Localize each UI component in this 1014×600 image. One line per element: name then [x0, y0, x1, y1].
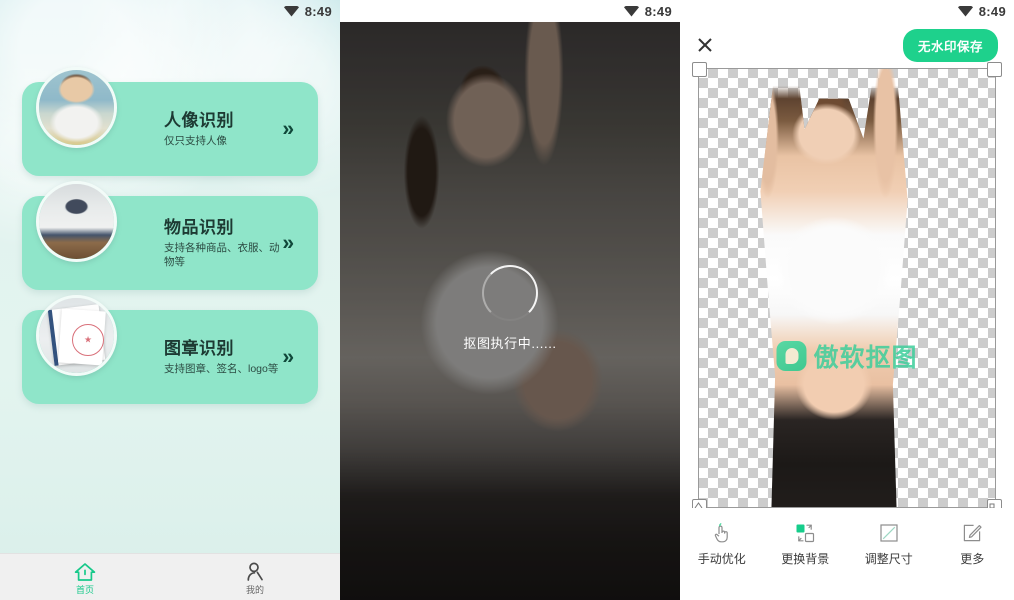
resize-icon — [877, 521, 901, 545]
portrait-thumbnail — [36, 67, 117, 148]
stamp-thumbnail — [36, 295, 117, 376]
tool-resize[interactable]: 调整尺寸 — [847, 521, 931, 565]
tool-more[interactable]: 更多 — [931, 521, 1014, 565]
watermark-text: 傲软抠图 — [813, 344, 918, 372]
tool-label: 调整尺寸 — [864, 552, 913, 566]
bottom-tab-bar: 首页 我的 — [0, 553, 340, 600]
resize-handle-top-right[interactable] — [987, 62, 1002, 77]
hand-pointer-icon — [710, 521, 734, 545]
loading-spinner-icon — [482, 265, 538, 321]
tab-profile[interactable]: 我的 — [170, 554, 340, 600]
feature-card-stamp[interactable]: 图章识别 支持图章、签名、logo等 » — [22, 295, 318, 404]
card-text-block: 人像识别 仅只支持人像 — [164, 82, 234, 176]
tool-replace-background[interactable]: 更换背景 — [764, 521, 848, 565]
wifi-icon — [957, 5, 973, 17]
status-bar-time: 8:49 — [978, 3, 1006, 19]
chevron-right-icon[interactable]: » — [282, 347, 294, 368]
screenshot-root: 8:49 人像识别 仅只支持人像 » 物品识别 支持各种商品、衣服、动物等 » … — [0, 0, 1014, 600]
card-title: 图章识别 — [164, 338, 234, 358]
card-text-block: 物品识别 支持各种商品、衣服、动物等 — [164, 196, 284, 290]
chevron-right-icon[interactable]: » — [282, 119, 294, 140]
tool-label: 更多 — [960, 552, 985, 566]
status-bar-result: 8:49 — [680, 0, 1014, 22]
wifi-icon — [283, 5, 299, 17]
result-screen: 8:49 无水印保存 傲软抠图 手动优化 更换背景 调整尺寸 更多 — [680, 0, 1014, 600]
card-subtitle: 支持各种商品、衣服、动物等 — [164, 241, 280, 269]
handbag-thumbnail — [36, 181, 117, 262]
card-subtitle: 仅只支持人像 — [164, 135, 227, 148]
card-text-block: 图章识别 支持图章、签名、logo等 — [164, 310, 278, 404]
wifi-icon — [623, 5, 639, 17]
tab-home-label: 首页 — [75, 584, 94, 595]
status-bar-home: 8:49 — [0, 0, 340, 22]
watermark: 傲软抠图 — [776, 338, 917, 374]
apowersoft-logo-icon — [776, 341, 807, 371]
feature-card-portrait[interactable]: 人像识别 仅只支持人像 » — [22, 67, 318, 176]
feature-card-object[interactable]: 物品识别 支持各种商品、衣服、动物等 » — [22, 181, 318, 290]
tool-manual-optimize[interactable]: 手动优化 — [680, 521, 764, 565]
result-header: 无水印保存 — [680, 22, 1014, 68]
tool-label: 手动优化 — [697, 552, 746, 566]
person-icon — [243, 560, 267, 584]
tab-profile-label: 我的 — [245, 584, 264, 595]
status-bar-time: 8:49 — [304, 3, 332, 19]
home-screen: 8:49 人像识别 仅只支持人像 » 物品识别 支持各种商品、衣服、动物等 » … — [0, 0, 340, 600]
status-bar-time: 8:49 — [644, 3, 672, 19]
result-toolbar: 手动优化 更换背景 调整尺寸 更多 — [680, 508, 1014, 578]
processing-screen: 8:49 抠图执行中...... — [340, 0, 680, 600]
processing-status-text: 抠图执行中...... — [463, 336, 557, 351]
feature-card-list: 人像识别 仅只支持人像 » 物品识别 支持各种商品、衣服、动物等 » ★ 图章识… — [0, 67, 340, 424]
card-title: 人像识别 — [164, 110, 234, 130]
cutout-canvas[interactable]: 傲软抠图 — [692, 62, 1002, 514]
tool-label: 更换背景 — [781, 552, 830, 566]
card-title: 物品识别 — [164, 217, 234, 237]
edit-pencil-icon — [960, 521, 984, 545]
tab-home[interactable]: 首页 — [0, 554, 170, 600]
canvas-left-guide — [698, 68, 699, 508]
save-without-watermark-button[interactable]: 无水印保存 — [902, 28, 998, 62]
chevron-right-icon[interactable]: » — [282, 233, 294, 254]
close-icon[interactable] — [696, 36, 714, 54]
status-bar-processing: 8:49 — [340, 0, 680, 22]
resize-handle-top-left[interactable] — [692, 62, 707, 77]
home-icon — [73, 560, 97, 584]
card-subtitle: 支持图章、签名、logo等 — [164, 363, 279, 376]
replace-background-icon — [793, 521, 817, 545]
